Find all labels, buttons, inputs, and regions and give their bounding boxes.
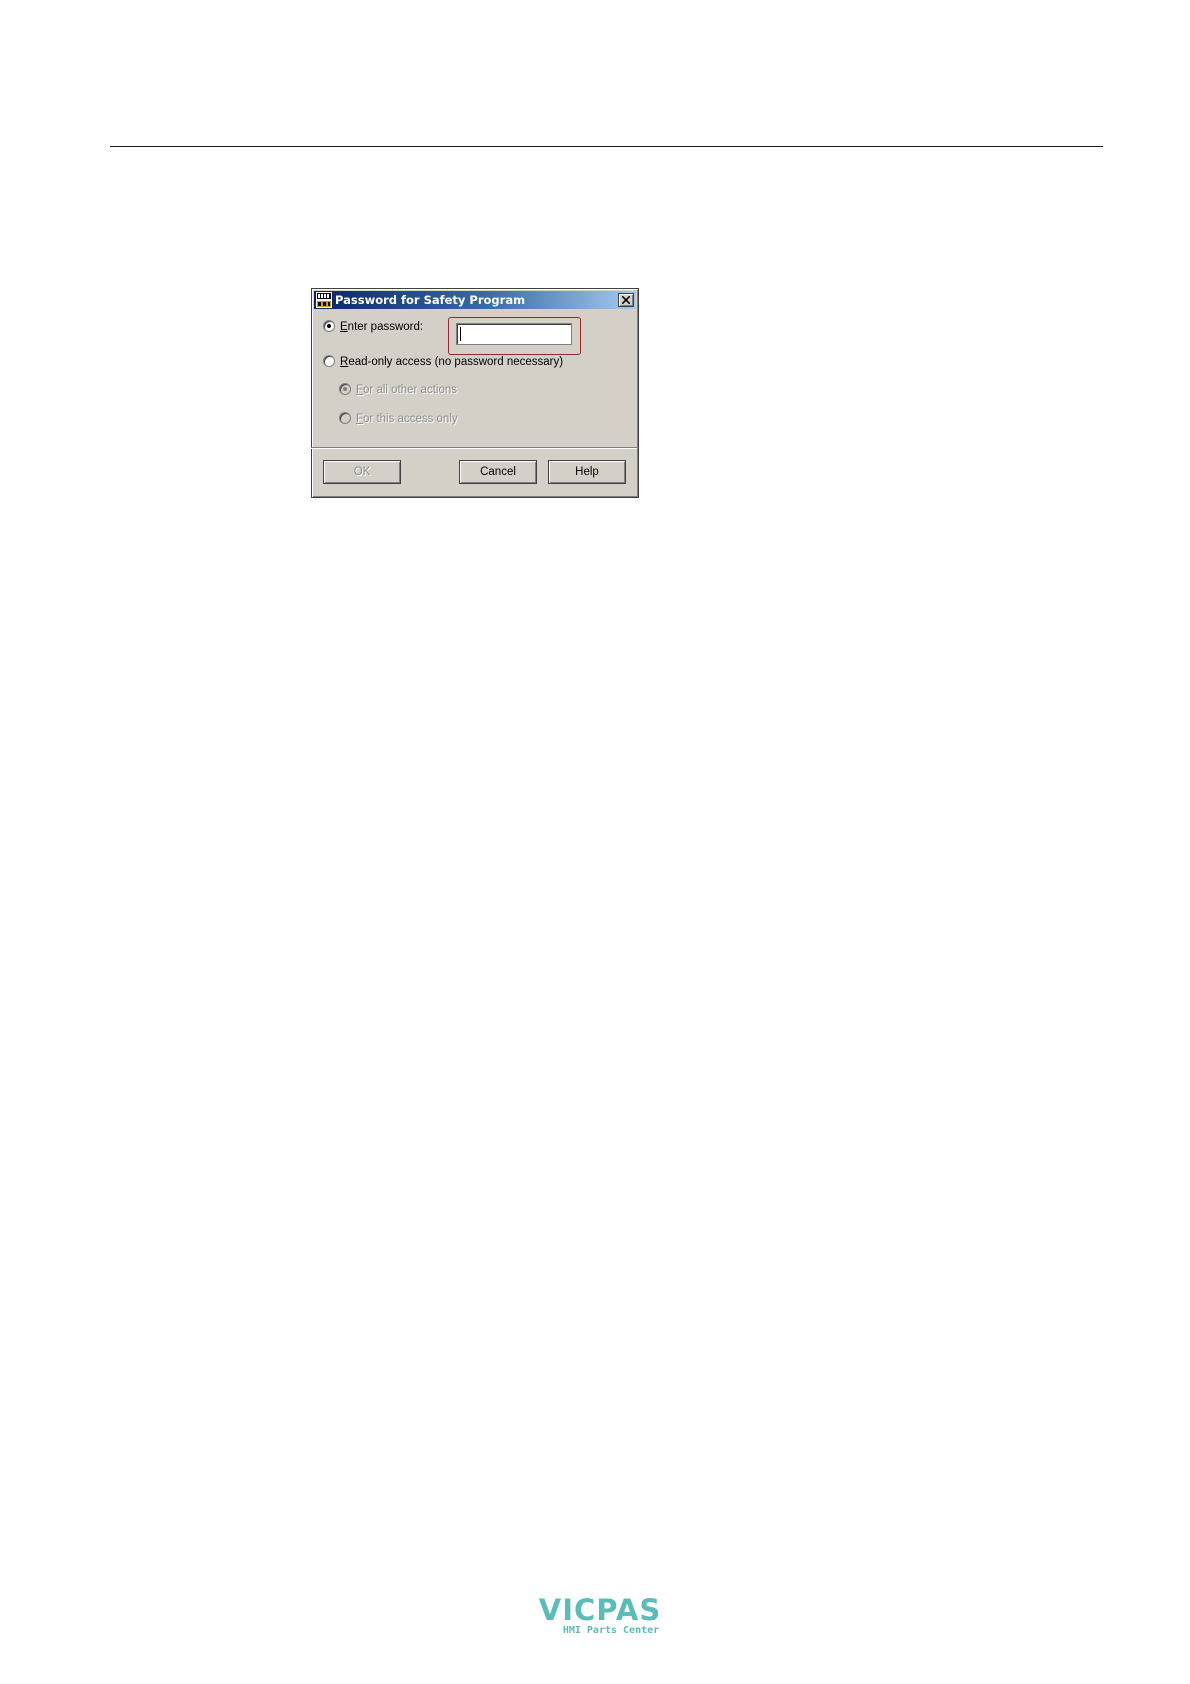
text-caret <box>460 327 461 341</box>
for-all-other-actions-accel: F <box>356 384 364 396</box>
enter-password-option[interactable]: Enter password: <box>323 319 423 335</box>
dialog-title-bar[interactable]: Password for Safety Program <box>314 291 636 309</box>
enter-password-accel: E <box>340 321 348 333</box>
help-button[interactable]: Help <box>548 460 626 484</box>
cancel-button[interactable]: Cancel <box>459 460 537 484</box>
for-this-access-only-radio[interactable] <box>339 412 351 424</box>
for-this-access-only-label: or this access only <box>363 413 458 425</box>
enter-password-label: nter password: <box>347 321 424 333</box>
for-this-access-only-accel: F <box>356 413 364 425</box>
header-rule <box>110 146 1103 147</box>
for-this-access-only-option[interactable]: For this access only <box>339 411 458 427</box>
read-only-label: ead-only access (no password necessary) <box>348 356 564 368</box>
dialog-title: Password for Safety Program <box>335 293 526 307</box>
read-only-radio[interactable] <box>323 355 335 367</box>
close-button[interactable] <box>618 293 634 307</box>
close-icon <box>622 296 630 304</box>
radio-selected-dot <box>343 387 347 391</box>
safety-program-icon <box>316 292 332 308</box>
dialog-separator <box>311 447 637 449</box>
for-all-other-actions-radio[interactable] <box>339 383 351 395</box>
read-only-option[interactable]: Read-only access (no password necessary) <box>323 354 563 370</box>
radio-selected-dot <box>327 324 331 328</box>
for-all-other-actions-label: or all other actions <box>363 384 457 396</box>
ok-button[interactable]: OK <box>323 460 401 484</box>
logo-brand: VICPAS <box>538 1593 662 1627</box>
for-all-other-actions-option[interactable]: For all other actions <box>339 382 457 398</box>
vicpas-logo: VICPAS HMI Parts Center <box>520 1595 680 1637</box>
password-input[interactable] <box>456 323 572 345</box>
enter-password-radio[interactable] <box>323 320 335 332</box>
